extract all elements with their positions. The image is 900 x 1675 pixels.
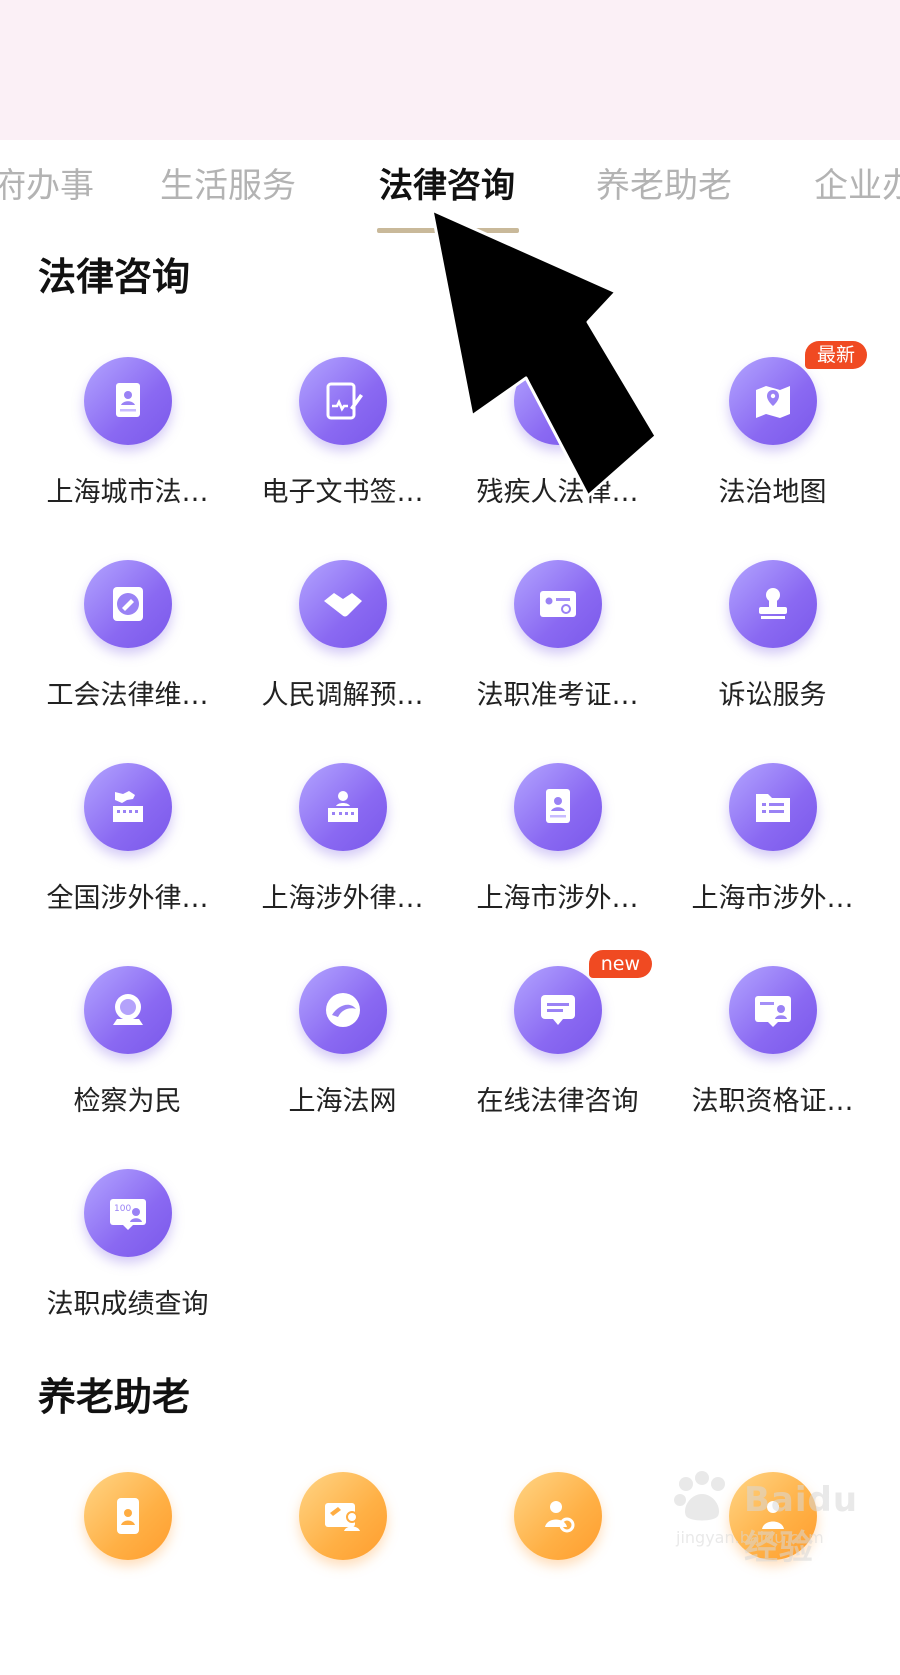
service-label: 残疾人法律… <box>476 477 639 508</box>
top-banner-area <box>0 0 900 140</box>
lawyer-building-icon <box>299 763 387 851</box>
service-item[interactable]: 上海法网 <box>235 966 450 1169</box>
watermark-url: jingyan.baidu.com <box>676 1528 824 1547</box>
service-label: 电子文书签… <box>261 477 424 508</box>
service-item[interactable]: 人民调解预… <box>235 560 450 763</box>
service-item[interactable]: 上海涉外律… <box>235 763 450 966</box>
tab-life-services[interactable]: 生活服务 <box>160 164 296 208</box>
section-title-legal: 法律咨询 <box>38 255 191 299</box>
service-item[interactable]: 诉讼服务 <box>665 560 880 763</box>
service-label: 法职成绩查询 <box>46 1289 209 1320</box>
new-badge: 最新 <box>804 341 867 369</box>
tablet-sign-icon <box>299 357 387 445</box>
service-item[interactable]: new 在线法律咨询 <box>450 950 665 1169</box>
svg-text:100: 100 <box>114 1204 131 1214</box>
service-item[interactable]: 全国涉外律… <box>20 763 235 966</box>
profile-doc-icon <box>514 763 602 851</box>
admission-card-icon <box>514 560 602 648</box>
service-label: 上海市涉外… <box>691 883 854 914</box>
id-person-icon <box>299 1472 387 1560</box>
document-icon <box>514 357 602 445</box>
service-item[interactable] <box>20 1472 235 1675</box>
service-item[interactable] <box>450 1472 665 1675</box>
service-label: 上海市涉外… <box>476 883 639 914</box>
service-item[interactable]: 上海市涉外… <box>665 763 880 966</box>
service-label: 在线法律咨询 <box>476 1086 639 1117</box>
score-card-icon: 100 <box>84 1169 172 1257</box>
chat-bubble-icon <box>514 966 602 1054</box>
watermark: Baidu经验 jingyan.baidu.com <box>672 1470 892 1568</box>
map-pin-icon <box>729 357 817 445</box>
tab-legal-consult[interactable]: 法律咨询 <box>379 164 515 208</box>
watermark-brand: Baidu经验 <box>744 1480 859 1568</box>
stamp-icon <box>729 560 817 648</box>
service-label: 诉讼服务 <box>718 680 827 711</box>
service-label: 检察为民 <box>73 1086 182 1117</box>
new-badge: new <box>588 950 652 978</box>
active-tab-indicator <box>377 228 519 233</box>
service-label: 工会法律维… <box>46 680 209 711</box>
person-search-icon <box>514 1472 602 1560</box>
service-label: 法职准考证… <box>476 680 639 711</box>
service-item[interactable]: 上海城市法… <box>20 357 235 560</box>
service-label: 上海城市法… <box>46 477 209 508</box>
id-card-icon <box>84 357 172 445</box>
phone-person-icon <box>84 1472 172 1560</box>
folder-list-icon <box>729 763 817 851</box>
service-item[interactable]: 检察为民 <box>20 966 235 1169</box>
service-item[interactable] <box>235 1472 450 1675</box>
service-label: 全国涉外律… <box>46 883 209 914</box>
service-label: 法治地图 <box>718 477 827 508</box>
service-item[interactable]: 电子文书签… <box>235 357 450 560</box>
service-item[interactable]: 残疾人法律… <box>450 357 665 560</box>
service-label: 人民调解预… <box>261 680 424 711</box>
service-item[interactable]: 100 法职成绩查询 <box>20 1169 235 1372</box>
service-label: 法职资格证… <box>691 1086 854 1117</box>
certificate-icon <box>729 966 817 1054</box>
service-item[interactable]: 上海市涉外… <box>450 763 665 966</box>
service-item[interactable]: 最新 法治地图 <box>665 341 880 560</box>
china-building-icon <box>84 763 172 851</box>
service-label: 上海法网 <box>288 1086 397 1117</box>
section-title-elderly: 养老助老 <box>38 1375 191 1419</box>
tab-enterprise[interactable]: 企业办 <box>814 164 900 208</box>
net-globe-icon <box>299 966 387 1054</box>
gavel-badge-icon <box>84 560 172 648</box>
category-tabs: 府办事 生活服务 法律咨询 养老助老 企业办 <box>0 140 900 240</box>
handshake-icon <box>299 560 387 648</box>
service-label: 上海涉外律… <box>261 883 424 914</box>
service-item[interactable]: 法职准考证… <box>450 560 665 763</box>
service-item[interactable]: 工会法律维… <box>20 560 235 763</box>
tab-elderly-care[interactable]: 养老助老 <box>596 164 732 208</box>
prosecutor-icon <box>84 966 172 1054</box>
paw-logo-icon <box>674 1471 725 1521</box>
tab-government[interactable]: 府办事 <box>0 164 94 208</box>
service-item[interactable]: 法职资格证… <box>665 966 880 1169</box>
legal-services-grid: 上海城市法… 电子文书签… 残疾人法律… 最新 法治地图 工会法律维… 人民调解… <box>0 341 900 1372</box>
